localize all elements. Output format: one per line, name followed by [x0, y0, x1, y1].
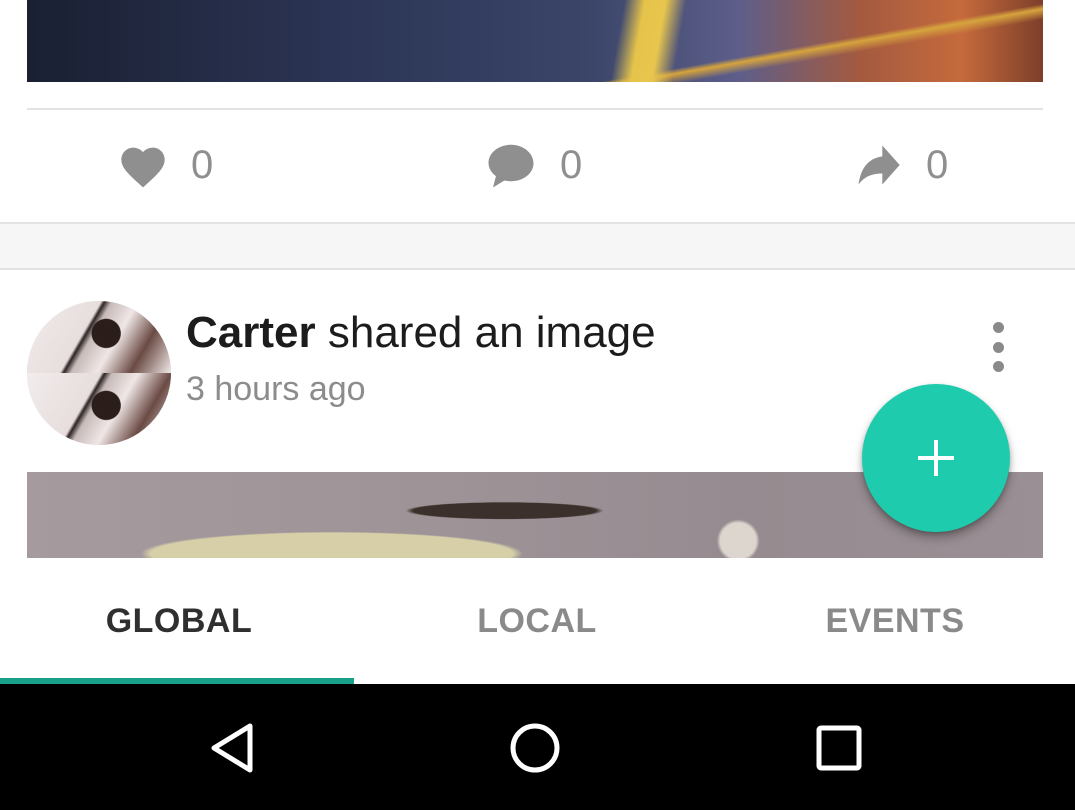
- back-icon[interactable]: [206, 722, 258, 774]
- home-icon[interactable]: [509, 722, 561, 774]
- divider: [27, 108, 1043, 110]
- share-count: 0: [926, 143, 949, 187]
- system-nav-bar: [0, 684, 1075, 810]
- share-icon: [858, 145, 900, 185]
- post-timestamp: 3 hours ago: [186, 370, 366, 408]
- share-button[interactable]: 0: [852, 135, 948, 195]
- recents-icon[interactable]: [815, 724, 863, 772]
- post-action-text: shared an image: [315, 308, 656, 357]
- add-post-button[interactable]: [862, 384, 1010, 532]
- feed-separator: [0, 222, 1075, 270]
- tab-bar: GLOBAL LOCAL EVENTS: [0, 558, 1075, 684]
- heart-icon: [121, 147, 165, 188]
- comment-button[interactable]: 0: [484, 135, 582, 195]
- comment-count: 0: [560, 143, 583, 187]
- post-headline: Carter shared an image: [186, 308, 656, 358]
- more-vert-icon[interactable]: [983, 322, 1013, 372]
- plus-icon: [918, 440, 954, 476]
- like-count: 0: [191, 143, 214, 187]
- post-image-previous[interactable]: [27, 0, 1043, 82]
- tab-global[interactable]: GLOBAL: [0, 558, 358, 684]
- avatar[interactable]: [27, 301, 171, 445]
- like-button[interactable]: 0: [117, 135, 213, 195]
- tab-local[interactable]: LOCAL: [358, 558, 716, 684]
- tab-events[interactable]: EVENTS: [716, 558, 1074, 684]
- comment-icon: [488, 144, 534, 188]
- author-name[interactable]: Carter: [186, 308, 316, 357]
